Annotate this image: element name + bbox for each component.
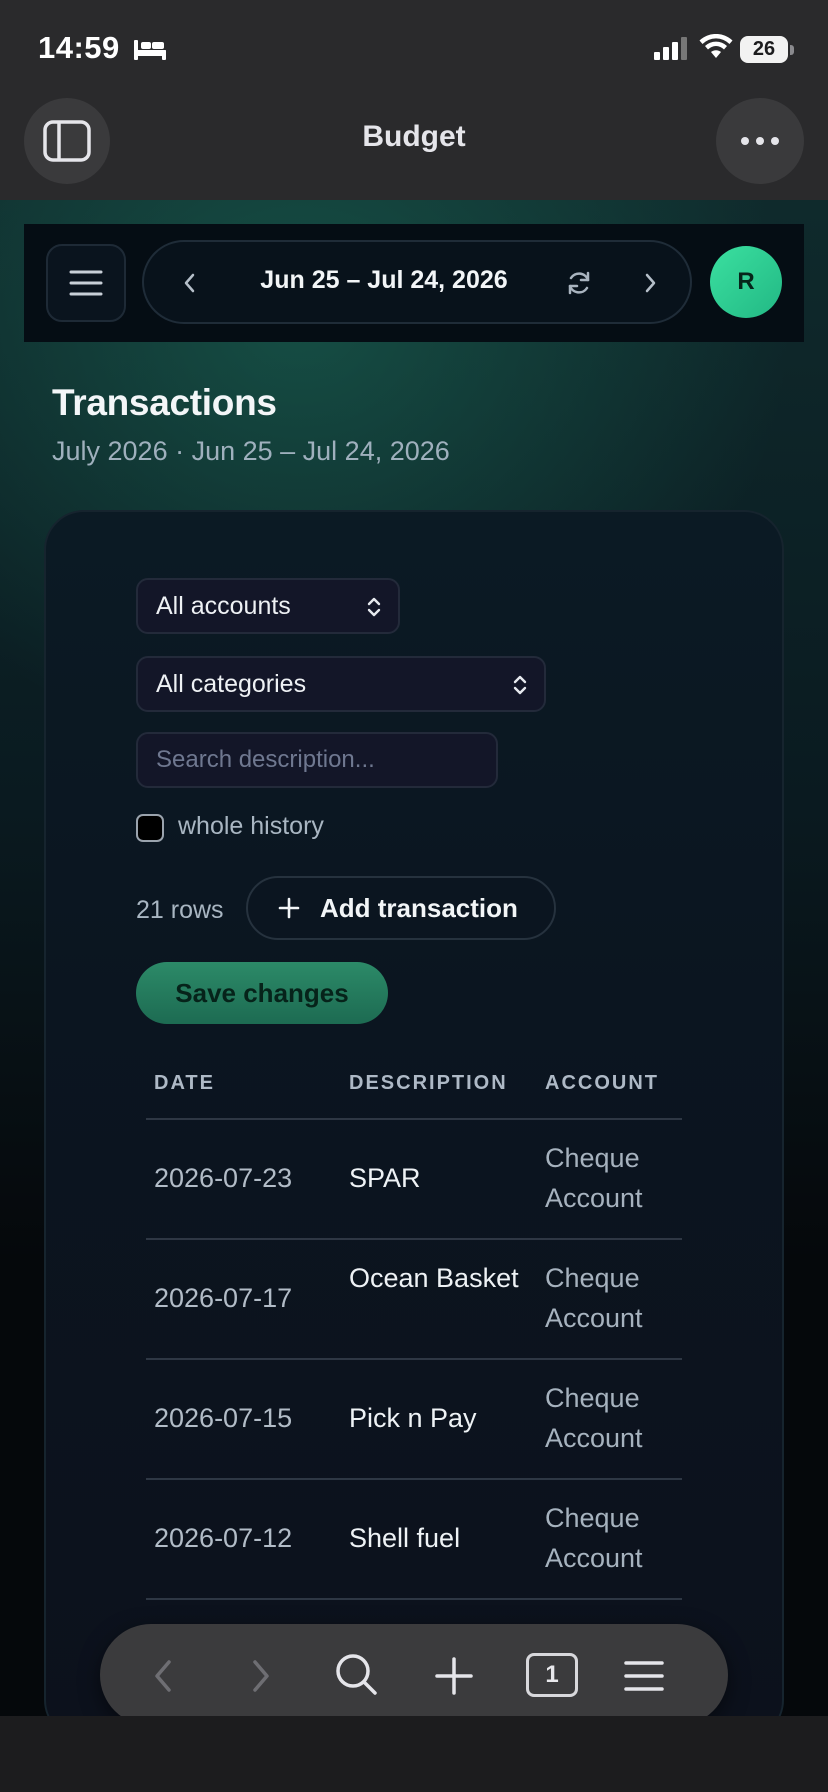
transactions-card: All accounts All categories whole histor…	[44, 510, 784, 1716]
whole-history-checkbox[interactable]	[136, 814, 164, 842]
save-changes-button[interactable]: Save changes	[136, 962, 388, 1024]
page-subtitle: July 2026 · Jun 25 – Jul 24, 2026	[52, 436, 450, 466]
battery-icon: 26	[740, 36, 794, 63]
cell-date: 2026-07-12	[154, 1523, 293, 1553]
row-count: 21 rows	[136, 896, 224, 924]
table-row[interactable]: 2026-07-23 SPAR Cheque Account	[146, 1120, 682, 1240]
chevron-right-icon[interactable]	[638, 270, 662, 296]
battery-level: 26	[740, 36, 788, 63]
tabs-icon[interactable]: 1	[526, 1653, 578, 1697]
chevron-updown-icon	[513, 675, 527, 695]
browser-page-title: Budget	[362, 120, 466, 153]
table-row[interactable]: 2026-07-15 Pick n Pay Cheque Account	[146, 1360, 682, 1480]
page-title: Transactions	[52, 382, 277, 423]
cell-description: Ocean Basket	[349, 1263, 519, 1293]
add-transaction-button[interactable]: Add transaction	[246, 876, 556, 940]
column-header-description[interactable]: DESCRIPTION	[349, 1072, 508, 1095]
bed-icon	[134, 40, 166, 60]
date-range-pill: Jun 25 – Jul 24, 2026	[142, 240, 692, 324]
cell-account: Cheque Account	[545, 1383, 643, 1453]
table-row[interactable]: 2026-07-12 Shell fuel Cheque Account	[146, 1480, 682, 1600]
table-header: DATE DESCRIPTION ACCOUNT	[146, 1072, 682, 1120]
sidebar-icon	[43, 120, 91, 162]
cell-date: 2026-07-17	[154, 1283, 293, 1313]
app-bar: Jun 25 – Jul 24, 2026 R	[24, 224, 804, 342]
cell-account: Cheque Account	[545, 1263, 643, 1333]
refresh-icon[interactable]	[564, 268, 594, 298]
add-transaction-label: Add transaction	[320, 892, 518, 923]
menu-button[interactable]	[46, 244, 126, 322]
cell-description: Pick n Pay	[349, 1403, 477, 1433]
cell-description: SPAR	[349, 1163, 421, 1193]
forward-icon[interactable]	[238, 1654, 282, 1698]
transactions-table: DATE DESCRIPTION ACCOUNT 2026-07-23 SPAR…	[146, 1072, 682, 1600]
cell-date: 2026-07-15	[154, 1403, 293, 1433]
cell-account: Cheque Account	[545, 1503, 643, 1573]
user-avatar[interactable]: R	[710, 246, 782, 318]
more-options-button[interactable]	[716, 98, 804, 184]
more-icon	[741, 137, 779, 145]
plus-icon	[278, 897, 300, 919]
plus-icon[interactable]	[432, 1654, 476, 1698]
chevron-updown-icon	[367, 597, 381, 617]
account-select[interactable]: All accounts	[136, 578, 400, 634]
category-select[interactable]: All categories	[136, 656, 546, 712]
cell-date: 2026-07-23	[154, 1163, 293, 1193]
column-header-account[interactable]: ACCOUNT	[545, 1072, 659, 1095]
sidebar-toggle-button[interactable]	[24, 98, 110, 184]
back-icon[interactable]	[142, 1654, 186, 1698]
web-page: Jun 25 – Jul 24, 2026 R Transactions Jul…	[0, 200, 828, 1716]
cell-account: Cheque Account	[545, 1143, 643, 1213]
date-range-label: Jun 25 – Jul 24, 2026	[260, 266, 508, 294]
browser-top-chrome: 14:59 26 Budget	[0, 0, 828, 200]
category-select-value: All categories	[156, 669, 307, 698]
status-bar: 14:59 26	[0, 0, 828, 96]
browser-toolbar: 1	[100, 1624, 728, 1726]
menu-icon[interactable]	[622, 1654, 666, 1698]
wifi-icon	[699, 34, 733, 58]
search-icon[interactable]	[334, 1652, 378, 1696]
account-select-value: All accounts	[156, 591, 291, 620]
table-row[interactable]: 2026-07-17 Ocean Basket Cheque Account	[146, 1240, 682, 1360]
battery-tip	[790, 45, 794, 55]
tabs-count: 1	[526, 1653, 578, 1697]
chevron-left-icon[interactable]	[178, 270, 202, 296]
home-indicator-area	[0, 1716, 828, 1792]
signal-icon	[654, 37, 687, 60]
status-time: 14:59	[38, 30, 120, 65]
whole-history-label: whole history	[178, 812, 324, 840]
hamburger-icon	[69, 270, 103, 296]
column-header-date[interactable]: DATE	[154, 1072, 215, 1095]
search-description-input[interactable]	[136, 732, 498, 788]
cell-description: Shell fuel	[349, 1523, 461, 1553]
